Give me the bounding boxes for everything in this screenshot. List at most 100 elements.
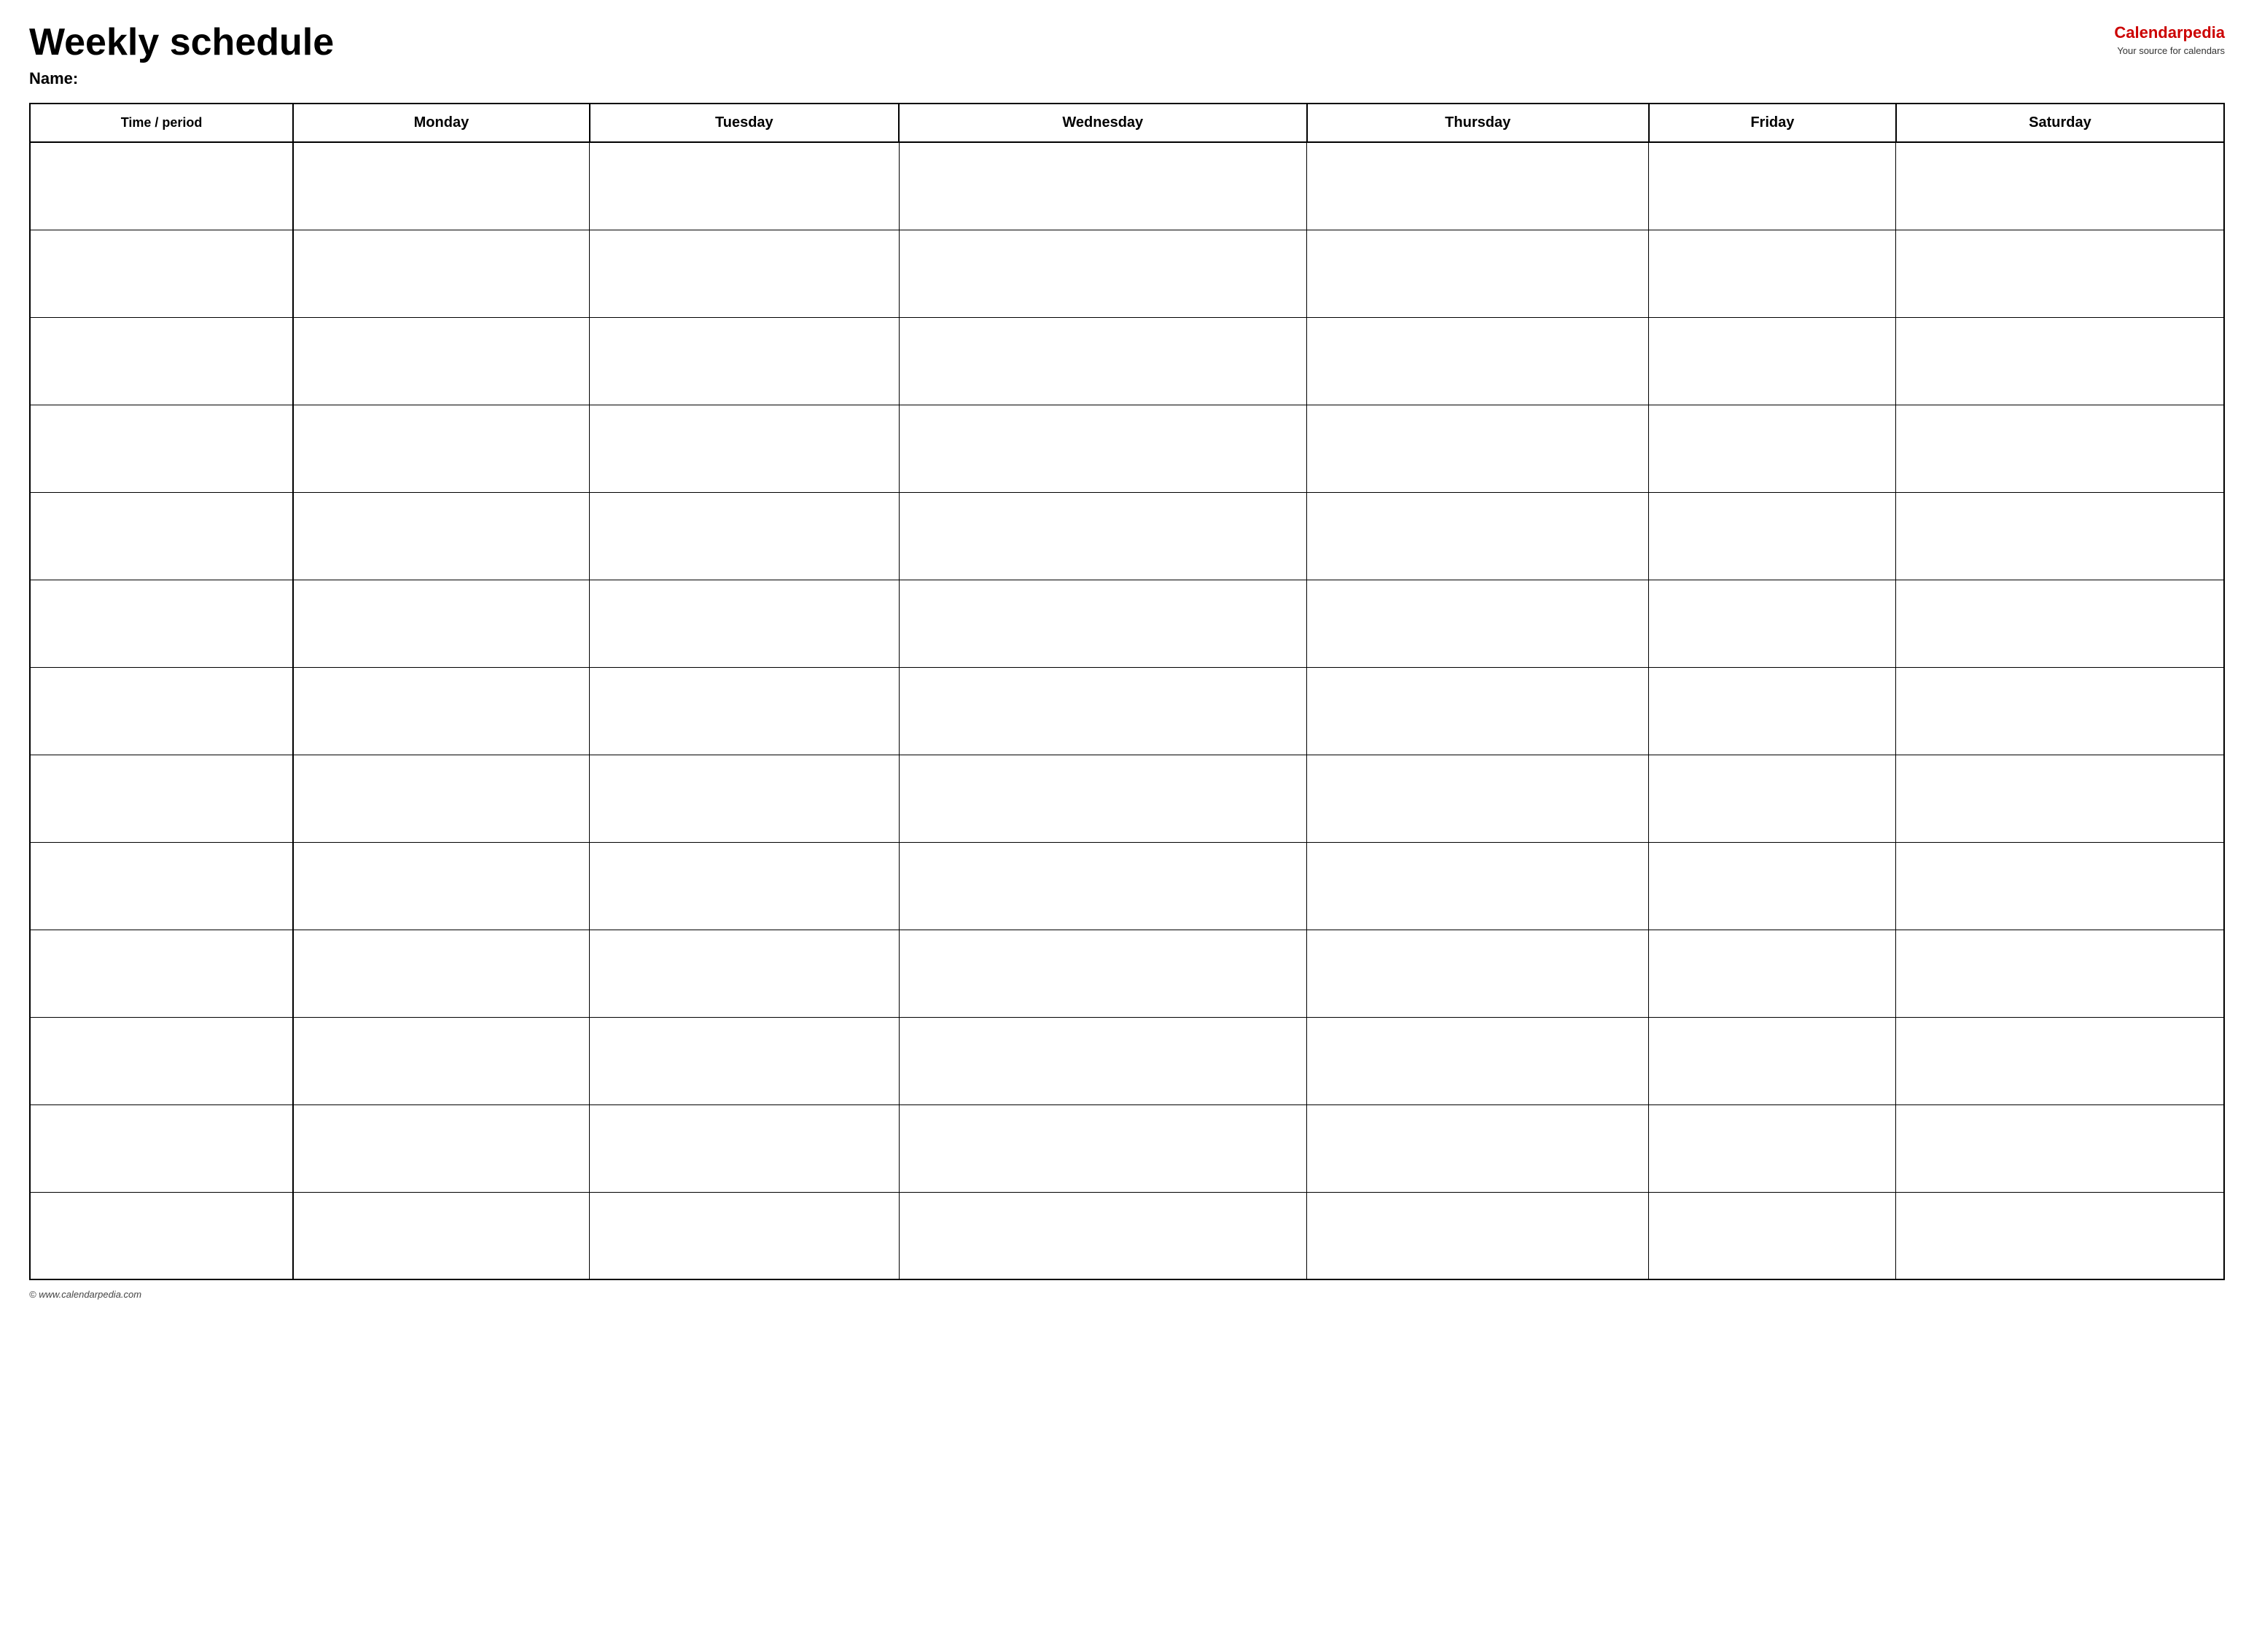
time-cell[interactable] [30,492,293,580]
cell-thursday[interactable] [1307,317,1649,405]
time-cell[interactable] [30,930,293,1017]
table-row [30,1104,2224,1192]
cell-saturday[interactable] [1896,1104,2224,1192]
cell-wednesday[interactable] [899,1104,1307,1192]
cell-tuesday[interactable] [590,1192,899,1279]
cell-tuesday[interactable] [590,1104,899,1192]
cell-saturday[interactable] [1896,930,2224,1017]
cell-friday[interactable] [1649,142,1896,230]
cell-monday[interactable] [293,755,589,842]
cell-monday[interactable] [293,667,589,755]
cell-friday[interactable] [1649,755,1896,842]
cell-saturday[interactable] [1896,842,2224,930]
cell-monday[interactable] [293,317,589,405]
cell-tuesday[interactable] [590,842,899,930]
cell-saturday[interactable] [1896,1192,2224,1279]
cell-wednesday[interactable] [899,492,1307,580]
cell-saturday[interactable] [1896,230,2224,317]
cell-friday[interactable] [1649,842,1896,930]
cell-friday[interactable] [1649,492,1896,580]
cell-tuesday[interactable] [590,317,899,405]
time-cell[interactable] [30,842,293,930]
cell-monday[interactable] [293,842,589,930]
cell-monday[interactable] [293,1017,589,1104]
cell-tuesday[interactable] [590,142,899,230]
time-cell[interactable] [30,1192,293,1279]
cell-friday[interactable] [1649,230,1896,317]
name-label: Name: [29,69,334,88]
cell-saturday[interactable] [1896,667,2224,755]
brand-part2: pedia [2183,23,2225,42]
cell-wednesday[interactable] [899,755,1307,842]
cell-wednesday[interactable] [899,405,1307,492]
cell-friday[interactable] [1649,580,1896,667]
cell-saturday[interactable] [1896,142,2224,230]
cell-saturday[interactable] [1896,1017,2224,1104]
cell-saturday[interactable] [1896,405,2224,492]
cell-friday[interactable] [1649,667,1896,755]
cell-wednesday[interactable] [899,230,1307,317]
cell-monday[interactable] [293,405,589,492]
cell-wednesday[interactable] [899,667,1307,755]
cell-thursday[interactable] [1307,1192,1649,1279]
cell-friday[interactable] [1649,1017,1896,1104]
cell-monday[interactable] [293,230,589,317]
cell-tuesday[interactable] [590,755,899,842]
cell-thursday[interactable] [1307,1104,1649,1192]
time-cell[interactable] [30,317,293,405]
time-cell[interactable] [30,142,293,230]
cell-thursday[interactable] [1307,405,1649,492]
cell-thursday[interactable] [1307,492,1649,580]
cell-friday[interactable] [1649,1192,1896,1279]
cell-friday[interactable] [1649,317,1896,405]
page-title: Weekly schedule [29,22,334,63]
cell-friday[interactable] [1649,930,1896,1017]
cell-monday[interactable] [293,930,589,1017]
cell-thursday[interactable] [1307,667,1649,755]
cell-friday[interactable] [1649,405,1896,492]
cell-friday[interactable] [1649,1104,1896,1192]
cell-saturday[interactable] [1896,317,2224,405]
time-cell[interactable] [30,230,293,317]
cell-wednesday[interactable] [899,317,1307,405]
time-cell[interactable] [30,580,293,667]
cell-monday[interactable] [293,1192,589,1279]
col-header-thursday: Thursday [1307,104,1649,142]
cell-saturday[interactable] [1896,755,2224,842]
cell-thursday[interactable] [1307,580,1649,667]
cell-saturday[interactable] [1896,492,2224,580]
cell-wednesday[interactable] [899,930,1307,1017]
cell-thursday[interactable] [1307,142,1649,230]
table-row [30,755,2224,842]
time-cell[interactable] [30,1017,293,1104]
cell-wednesday[interactable] [899,842,1307,930]
cell-thursday[interactable] [1307,1017,1649,1104]
cell-tuesday[interactable] [590,580,899,667]
cell-tuesday[interactable] [590,1017,899,1104]
cell-tuesday[interactable] [590,930,899,1017]
cell-wednesday[interactable] [899,142,1307,230]
table-row [30,1017,2224,1104]
cell-monday[interactable] [293,142,589,230]
cell-monday[interactable] [293,1104,589,1192]
cell-thursday[interactable] [1307,755,1649,842]
cell-wednesday[interactable] [899,1017,1307,1104]
cell-thursday[interactable] [1307,842,1649,930]
cell-thursday[interactable] [1307,930,1649,1017]
cell-saturday[interactable] [1896,580,2224,667]
time-cell[interactable] [30,755,293,842]
time-cell[interactable] [30,405,293,492]
time-cell[interactable] [30,667,293,755]
time-cell[interactable] [30,1104,293,1192]
cell-monday[interactable] [293,580,589,667]
col-header-time: Time / period [30,104,293,142]
cell-monday[interactable] [293,492,589,580]
cell-tuesday[interactable] [590,492,899,580]
table-row [30,842,2224,930]
cell-wednesday[interactable] [899,580,1307,667]
cell-tuesday[interactable] [590,230,899,317]
cell-wednesday[interactable] [899,1192,1307,1279]
cell-tuesday[interactable] [590,667,899,755]
cell-tuesday[interactable] [590,405,899,492]
cell-thursday[interactable] [1307,230,1649,317]
